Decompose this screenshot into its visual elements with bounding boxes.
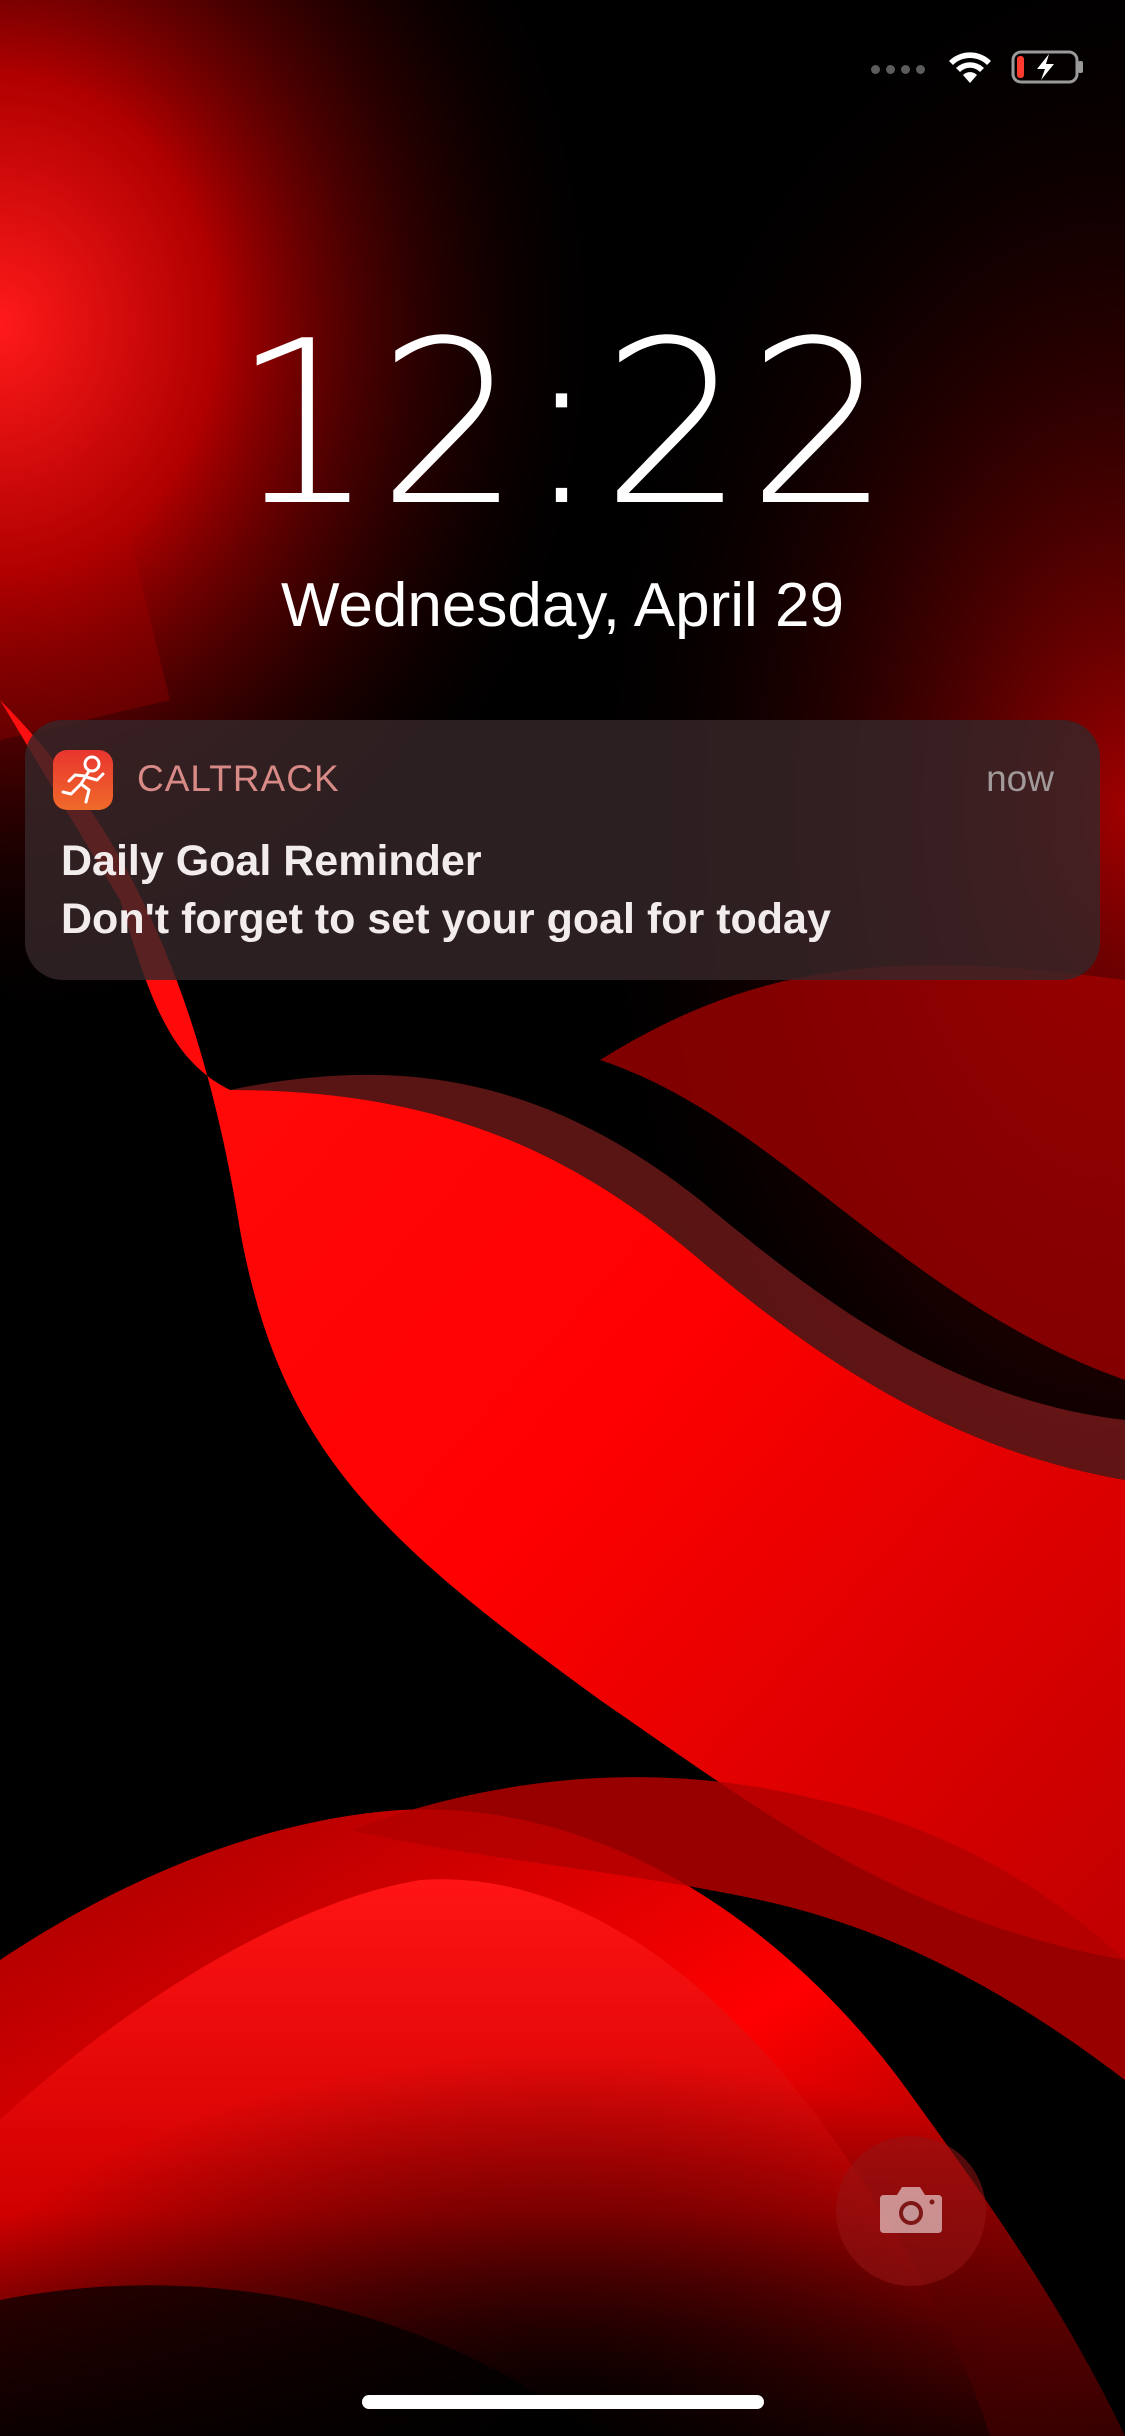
cellular-signal-icon xyxy=(871,64,925,74)
camera-button[interactable] xyxy=(836,2136,986,2286)
status-bar xyxy=(871,44,1085,94)
notification-title: Daily Goal Reminder xyxy=(61,837,482,885)
running-figure-icon xyxy=(53,750,113,810)
notification-card[interactable]: CALTRACK now Daily Goal Reminder Don't f… xyxy=(25,720,1100,980)
lock-screen-time: 12:22 xyxy=(231,293,894,556)
home-indicator[interactable] xyxy=(362,2395,764,2409)
lock-screen: 12:22 Wednesday, April 29 CALTRACK now D… xyxy=(0,0,1125,2436)
notification-app-name: CALTRACK xyxy=(137,758,340,799)
notification-time: now xyxy=(986,758,1054,799)
battery-charging-icon xyxy=(1011,49,1085,90)
wifi-icon xyxy=(947,49,993,90)
camera-icon xyxy=(878,2183,944,2240)
notification-body: Don't forget to set your goal for today xyxy=(61,895,831,943)
lock-screen-date: Wednesday, April 29 xyxy=(281,571,844,640)
